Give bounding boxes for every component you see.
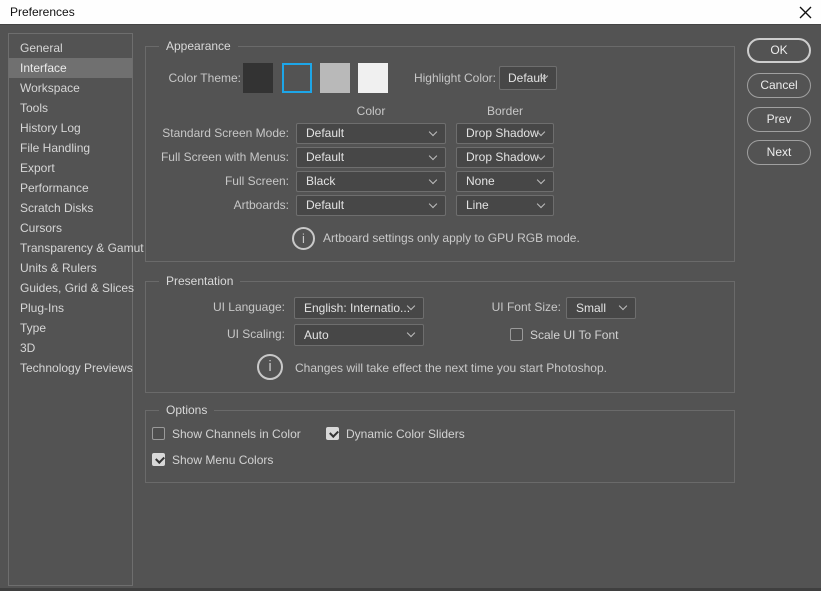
scale-ui-to-font-checkbox[interactable] bbox=[510, 328, 523, 341]
sidebar-item-transparency-gamut[interactable]: Transparency & Gamut bbox=[9, 238, 144, 258]
show-channels-in-color-checkbox[interactable] bbox=[152, 427, 165, 440]
appearance-group: Appearance Color Theme: Highlight Color:… bbox=[145, 39, 735, 262]
chevron-down-icon bbox=[428, 199, 438, 208]
title-bar: Preferences bbox=[0, 0, 821, 25]
highlight-color-dropdown[interactable]: Default bbox=[499, 66, 557, 90]
full-screen-label: Full Screen: bbox=[224, 174, 289, 188]
color-theme-swatch-medium-dark-selected[interactable] bbox=[282, 63, 312, 93]
chevron-down-icon bbox=[536, 199, 546, 208]
full-screen-color-dropdown[interactable]: Black bbox=[296, 171, 446, 192]
chevron-down-icon bbox=[428, 175, 438, 184]
dynamic-color-sliders-checkbox[interactable] bbox=[326, 427, 339, 440]
close-icon[interactable] bbox=[798, 5, 813, 20]
artboards-border-dropdown[interactable]: Line bbox=[456, 195, 554, 216]
presentation-group: Presentation UI Language: English: Inter… bbox=[145, 274, 735, 393]
chevron-down-icon bbox=[428, 127, 438, 136]
info-icon: i bbox=[257, 354, 283, 380]
window-title: Preferences bbox=[10, 5, 75, 19]
sidebar-item-scratch-disks[interactable]: Scratch Disks bbox=[9, 198, 132, 218]
dynamic-color-sliders-label: Dynamic Color Sliders bbox=[346, 427, 465, 441]
ui-scaling-dropdown[interactable]: Auto bbox=[294, 324, 424, 346]
sidebar-item-history-log[interactable]: History Log bbox=[9, 118, 132, 138]
color-theme-swatch-light[interactable] bbox=[320, 63, 350, 93]
sidebar-item-type[interactable]: Type bbox=[9, 318, 132, 338]
chevron-down-icon bbox=[428, 151, 438, 160]
prev-button[interactable]: Prev bbox=[747, 107, 811, 132]
sidebar-item-units-rulers[interactable]: Units & Rulers bbox=[9, 258, 132, 278]
ui-font-size-dropdown[interactable]: Small bbox=[566, 297, 636, 319]
scale-ui-to-font-label: Scale UI To Font bbox=[530, 328, 619, 342]
preferences-sidebar: General Interface Workspace Tools Histor… bbox=[8, 33, 144, 586]
sidebar-item-plug-ins[interactable]: Plug-Ins bbox=[9, 298, 132, 318]
color-theme-label: Color Theme: bbox=[168, 71, 241, 85]
info-icon: i bbox=[292, 227, 315, 250]
ui-language-label: UI Language: bbox=[212, 300, 285, 314]
sidebar-item-technology-previews[interactable]: Technology Previews bbox=[9, 358, 133, 378]
sidebar-item-file-handling[interactable]: File Handling bbox=[9, 138, 132, 158]
full-screen-with-menus-label: Full Screen with Menus: bbox=[160, 150, 289, 164]
next-button[interactable]: Next bbox=[747, 140, 811, 165]
standard-screen-mode-color-dropdown[interactable]: Default bbox=[296, 123, 446, 144]
standard-screen-mode-label: Standard Screen Mode: bbox=[162, 126, 289, 140]
options-group: Options Show Channels in Color Dynamic C… bbox=[145, 403, 735, 483]
show-menu-colors-label: Show Menu Colors bbox=[172, 453, 274, 467]
show-channels-in-color-label: Show Channels in Color bbox=[172, 427, 301, 441]
color-column-header: Color bbox=[356, 104, 386, 118]
ok-button[interactable]: OK bbox=[747, 38, 811, 63]
sidebar-item-interface[interactable]: Interface bbox=[9, 58, 132, 78]
chevron-down-icon bbox=[536, 175, 546, 184]
sidebar-item-cursors[interactable]: Cursors bbox=[9, 218, 132, 238]
cancel-button[interactable]: Cancel bbox=[747, 73, 811, 98]
color-theme-swatch-dark[interactable] bbox=[243, 63, 273, 93]
appearance-legend: Appearance bbox=[159, 39, 238, 53]
full-screen-with-menus-color-dropdown[interactable]: Default bbox=[296, 147, 446, 168]
standard-screen-mode-border-dropdown[interactable]: Drop Shadow bbox=[456, 123, 554, 144]
show-menu-colors-checkbox[interactable] bbox=[152, 453, 165, 466]
ui-language-dropdown[interactable]: English: Internatio... bbox=[294, 297, 424, 319]
color-theme-swatch-lightest[interactable] bbox=[358, 63, 388, 93]
sidebar-item-guides-grid-slices[interactable]: Guides, Grid & Slices bbox=[9, 278, 134, 298]
full-screen-with-menus-border-dropdown[interactable]: Drop Shadow bbox=[456, 147, 554, 168]
sidebar-item-3d[interactable]: 3D bbox=[9, 338, 132, 358]
sidebar-item-performance[interactable]: Performance bbox=[9, 178, 132, 198]
options-legend: Options bbox=[159, 403, 215, 417]
sidebar-item-export[interactable]: Export bbox=[9, 158, 132, 178]
restart-info-text: Changes will take effect the next time y… bbox=[295, 361, 607, 375]
artboards-label: Artboards: bbox=[233, 198, 289, 212]
preferences-dialog: Preferences General Interface Workspace … bbox=[0, 0, 821, 591]
ui-scaling-label: UI Scaling: bbox=[226, 327, 285, 341]
highlight-color-label: Highlight Color: bbox=[413, 71, 496, 85]
ui-font-size-label: UI Font Size: bbox=[491, 300, 561, 314]
sidebar-item-workspace[interactable]: Workspace bbox=[9, 78, 132, 98]
sidebar-item-general[interactable]: General bbox=[9, 38, 132, 58]
sidebar-item-tools[interactable]: Tools bbox=[9, 98, 132, 118]
full-screen-border-dropdown[interactable]: None bbox=[456, 171, 554, 192]
artboard-info-text: Artboard settings only apply to GPU RGB … bbox=[323, 231, 580, 245]
chevron-down-icon bbox=[618, 301, 628, 311]
artboards-color-dropdown[interactable]: Default bbox=[296, 195, 446, 216]
border-column-header: Border bbox=[486, 104, 524, 118]
presentation-legend: Presentation bbox=[159, 274, 241, 288]
chevron-down-icon bbox=[406, 328, 416, 338]
